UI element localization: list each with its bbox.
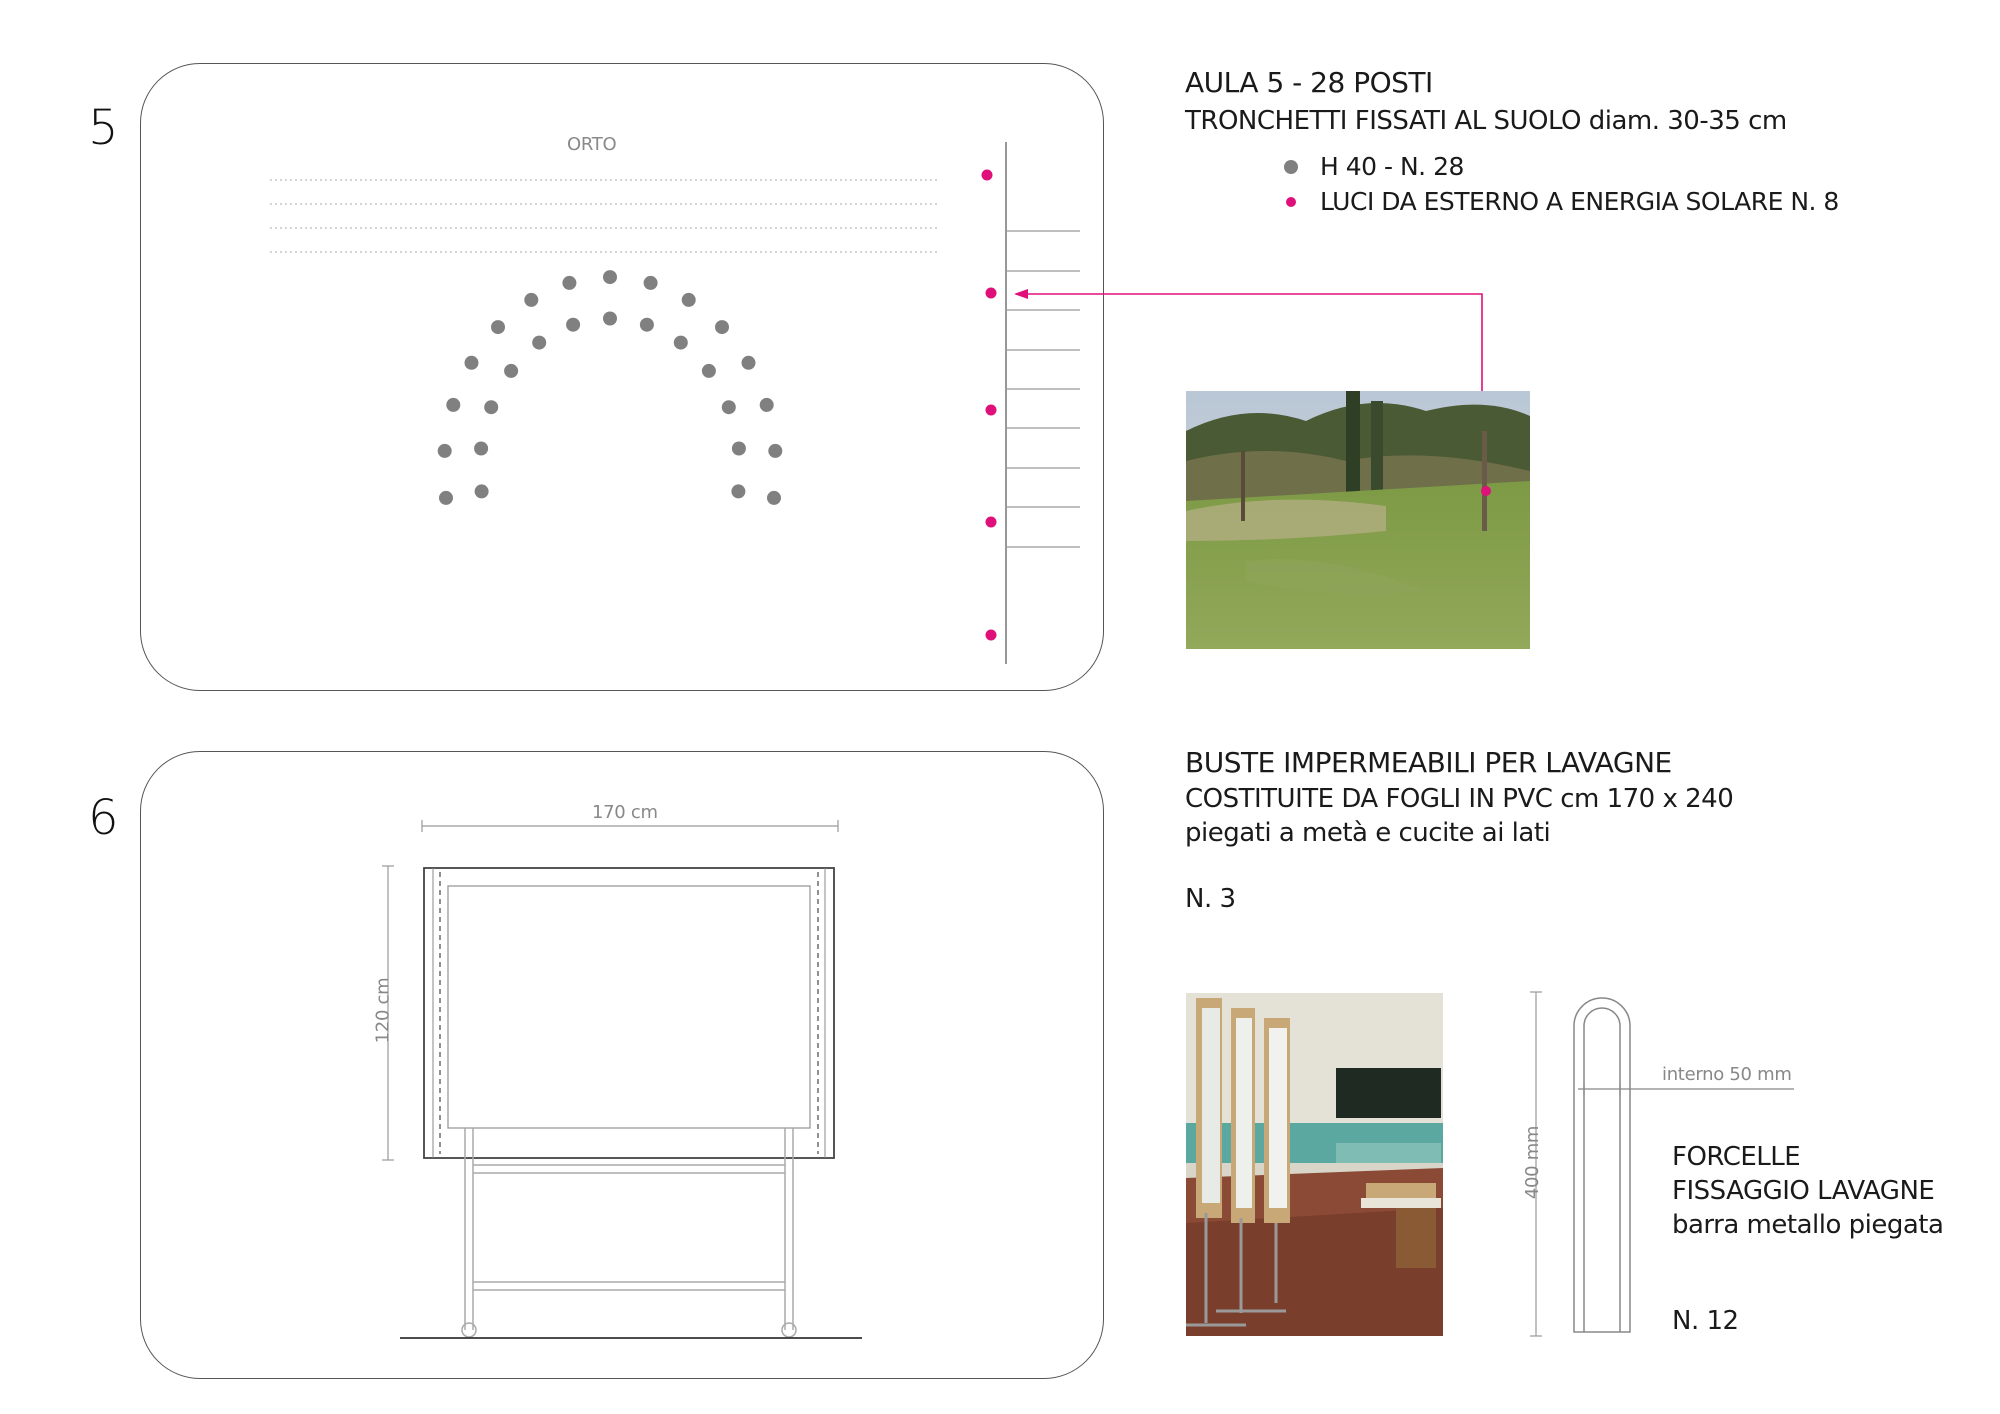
section-6-line-2: piegati a metà e cucite ai lati [1185, 818, 1551, 848]
section-5-subtitle: TRONCHETTI FISSATI AL SUOLO diam. 30-35 … [1185, 106, 1787, 136]
fork-title: FORCELLE [1672, 1142, 1801, 1172]
fork-height-label: 400 mm [1522, 1125, 1544, 1200]
section-6-line-1: COSTITUITE DA FOGLI IN PVC cm 170 x 240 [1185, 784, 1734, 814]
board-height-label: 120 cm [372, 977, 394, 1044]
legend-item-seats: H 40 - N. 28 [1284, 152, 1839, 181]
section-6-number: 6 [88, 790, 119, 846]
board-width-label: 170 cm [592, 802, 658, 823]
section-6-count: N. 3 [1185, 884, 1236, 914]
section-5-title: AULA 5 - 28 POSTI [1185, 66, 1433, 99]
section-5-legend: H 40 - N. 28 LUCI DA ESTERNO A ENERGIA S… [1284, 152, 1839, 216]
section-6-panel [140, 751, 1104, 1379]
fork-line-1: FISSAGGIO LAVAGNE [1672, 1176, 1935, 1206]
orto-label: ORTO [567, 134, 617, 155]
section-5-panel [140, 63, 1104, 691]
seat-legend-dot [1284, 159, 1298, 174]
legend-label: H 40 - N. 28 [1320, 152, 1464, 181]
fork-line-2: barra metallo piegata [1672, 1210, 1944, 1240]
fork-inner [1583, 1007, 1621, 1332]
fork-description: FORCELLE FISSAGGIO LAVAGNE barra metallo… [1672, 1142, 1944, 1240]
fork-inner-label: interno 50 mm [1662, 1064, 1792, 1085]
section-6-title: BUSTE IMPERMEABILI PER LAVAGNE [1185, 746, 1672, 779]
legend-item-lights: LUCI DA ESTERNO A ENERGIA SOLARE N. 8 [1284, 187, 1839, 216]
garden-photo [1186, 391, 1530, 649]
fork-outer [1573, 997, 1631, 1333]
section-5-number: 5 [88, 100, 119, 156]
legend-label: LUCI DA ESTERNO A ENERGIA SOLARE N. 8 [1320, 187, 1839, 216]
fork-count: N. 12 [1672, 1306, 1739, 1336]
light-legend-dot [1286, 196, 1296, 207]
classroom-photo [1186, 993, 1443, 1336]
